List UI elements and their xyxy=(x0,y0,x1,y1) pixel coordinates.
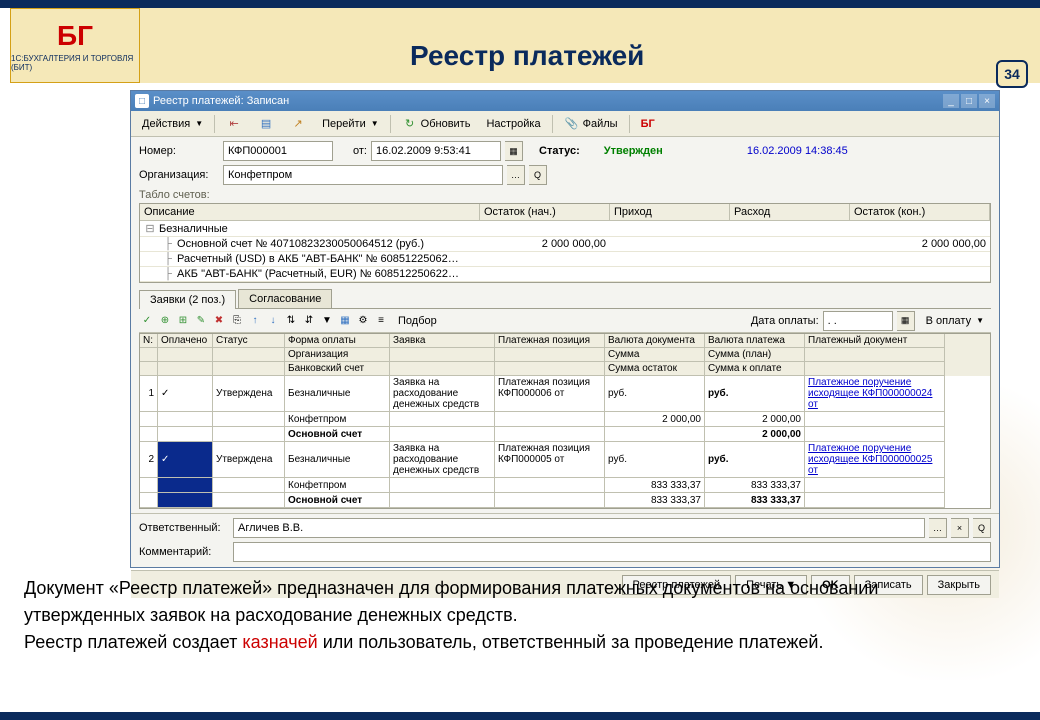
actions-menu[interactable]: Действия▼ xyxy=(135,115,210,133)
edit-icon[interactable]: ✎ xyxy=(193,313,209,329)
tab-requests[interactable]: Заявки (2 поз.) xyxy=(139,290,236,309)
window-title: Реестр платежей: Записан xyxy=(153,95,289,107)
grid-toolbar: ✓ ⊕ ⊞ ✎ ✖ ⎘ ↑ ↓ ⇅ ⇵ ▼ ▦ ⚙ ≡ Подбор Дата … xyxy=(139,309,991,333)
col-balance-end[interactable]: Остаток (кон.) xyxy=(850,204,990,220)
up-icon[interactable]: ↑ xyxy=(247,313,263,329)
app-window: □ Реестр платежей: Записан _ □ × Действи… xyxy=(130,90,1000,568)
from-label: от: xyxy=(337,145,367,157)
timestamp: 16.02.2009 14:38:45 xyxy=(747,145,848,157)
resp-clear-button[interactable]: × xyxy=(951,518,969,538)
table-row[interactable]: ├ АКБ "АВТ-БАНК" (Расчетный, EUR) № 6085… xyxy=(140,267,990,282)
col-income[interactable]: Приход xyxy=(610,204,730,220)
accounts-table: Описание Остаток (нач.) Приход Расход Ос… xyxy=(139,203,991,283)
logo: БГ 1С:БУХГАЛТЕРИЯ И ТОРГОВЛЯ (БИТ) xyxy=(10,8,140,83)
titlebar[interactable]: □ Реестр платежей: Записан _ □ × xyxy=(131,91,999,111)
resp-open-button[interactable]: Q xyxy=(973,518,991,538)
table-row[interactable]: Конфетпром2 000,002 000,00 xyxy=(140,412,990,427)
nav-back-button[interactable]: ⇤ xyxy=(219,113,249,135)
table-row[interactable]: 1✓УтвержденаБезналичныеЗаявка на расходо… xyxy=(140,376,990,412)
down-icon[interactable]: ↓ xyxy=(265,313,281,329)
date-field[interactable]: 16.02.2009 9:53:41 xyxy=(371,141,501,161)
table-icon[interactable]: ▦ xyxy=(337,313,353,329)
col-balance-start[interactable]: Остаток (нач.) xyxy=(480,204,610,220)
close-button[interactable]: × xyxy=(979,94,995,108)
group-icon[interactable]: ≡ xyxy=(373,313,389,329)
col-paid[interactable]: Оплачено xyxy=(158,334,213,348)
in-payment-button[interactable]: В оплату▼ xyxy=(919,312,991,330)
table-row[interactable]: Основной счет2 000,00 xyxy=(140,427,990,442)
page-title: Реестр платежей xyxy=(410,40,644,72)
link-button[interactable]: ↗ xyxy=(283,113,313,135)
toolbar: Действия▼ ⇤ ▤ ↗ Перейти▼ ↻Обновить Настр… xyxy=(131,111,999,137)
status-label: Статус: xyxy=(539,145,580,157)
responsible-field[interactable]: Агличев В.В. xyxy=(233,518,925,538)
comment-label: Комментарий: xyxy=(139,546,229,558)
table-row[interactable]: ⊟ Безналичные xyxy=(140,221,990,237)
description-text: Документ «Реестр платежей» предназначен … xyxy=(24,575,1004,656)
paydate-calendar-icon[interactable]: ▦ xyxy=(897,311,915,331)
col-position[interactable]: Платежная позиция xyxy=(495,334,605,348)
paydate-label: Дата оплаты: xyxy=(751,315,819,327)
col-doc-currency[interactable]: Валюта документа xyxy=(605,334,705,348)
col-status[interactable]: Статус xyxy=(213,334,285,348)
responsible-label: Ответственный: xyxy=(139,522,229,534)
copy-icon[interactable]: ⎘ xyxy=(229,313,245,329)
table-row[interactable]: Основной счет833 333,37833 333,37 xyxy=(140,493,990,508)
paydate-field[interactable]: . . xyxy=(823,311,893,331)
sort-asc-icon[interactable]: ⇅ xyxy=(283,313,299,329)
col-n[interactable]: N: xyxy=(140,334,158,348)
minimize-button[interactable]: _ xyxy=(943,94,959,108)
doc-button[interactable]: ▤ xyxy=(251,113,281,135)
slide-top-stripe xyxy=(0,0,1040,8)
refresh-button[interactable]: ↻Обновить xyxy=(395,113,478,135)
settings-button[interactable]: Настройка xyxy=(479,115,547,133)
col-pay-currency[interactable]: Валюта платежа xyxy=(705,334,805,348)
maximize-button[interactable]: □ xyxy=(961,94,977,108)
files-button[interactable]: 📎Файлы xyxy=(557,113,625,135)
logo-subtitle: 1С:БУХГАЛТЕРИЯ И ТОРГОВЛЯ (БИТ) xyxy=(11,54,139,72)
add2-icon[interactable]: ⊞ xyxy=(175,313,191,329)
slide-bottom-stripe xyxy=(0,712,1040,720)
accounts-section-title: Табло счетов: xyxy=(139,189,991,201)
number-field[interactable]: КФП000001 xyxy=(223,141,333,161)
col-paydoc[interactable]: Платежный документ xyxy=(805,334,945,348)
settings-icon[interactable]: ⚙ xyxy=(355,313,371,329)
col-expense[interactable]: Расход xyxy=(730,204,850,220)
open-button[interactable]: Q xyxy=(529,165,547,185)
table-row[interactable]: 2✓УтвержденаБезналичныеЗаявка на расходо… xyxy=(140,442,990,478)
table-row[interactable]: ├ Основной счет № 40710823230050064512 (… xyxy=(140,237,990,252)
check-icon[interactable]: ✓ xyxy=(139,313,155,329)
lookup-button[interactable]: … xyxy=(507,165,525,185)
resp-lookup-button[interactable]: … xyxy=(929,518,947,538)
number-label: Номер: xyxy=(139,145,219,157)
footer-fields: Ответственный: Агличев В.В. … × Q Коммен… xyxy=(131,513,999,570)
status-value: Утвержден xyxy=(604,145,663,157)
form-header: Номер: КФП000001 от: 16.02.2009 9:53:41 … xyxy=(131,137,999,513)
org-label: Организация: xyxy=(139,169,219,181)
select-button[interactable]: Подбор xyxy=(391,312,444,330)
tab-approval[interactable]: Согласование xyxy=(238,289,332,308)
slide-number: 34 xyxy=(996,60,1028,88)
logo-text: БГ xyxy=(57,20,93,52)
col-request[interactable]: Заявка xyxy=(390,334,495,348)
org-field[interactable]: Конфетпром xyxy=(223,165,503,185)
sort-desc-icon[interactable]: ⇵ xyxy=(301,313,317,329)
col-description[interactable]: Описание xyxy=(140,204,480,220)
brand-button[interactable]: БГ xyxy=(634,115,662,133)
delete-icon[interactable]: ✖ xyxy=(211,313,227,329)
app-icon: □ xyxy=(135,94,149,108)
calendar-icon[interactable]: ▦ xyxy=(505,141,523,161)
table-row[interactable]: ├ Расчетный (USD) в АКБ "АВТ-БАНК" № 608… xyxy=(140,252,990,267)
table-row[interactable]: Конфетпром833 333,37833 333,37 xyxy=(140,478,990,493)
col-form[interactable]: Форма оплаты xyxy=(285,334,390,348)
goto-menu[interactable]: Перейти▼ xyxy=(315,115,386,133)
requests-grid: N: Оплачено Статус Форма оплаты Заявка П… xyxy=(139,333,991,509)
comment-field[interactable] xyxy=(233,542,991,562)
add-icon[interactable]: ⊕ xyxy=(157,313,173,329)
filter-icon[interactable]: ▼ xyxy=(319,313,335,329)
